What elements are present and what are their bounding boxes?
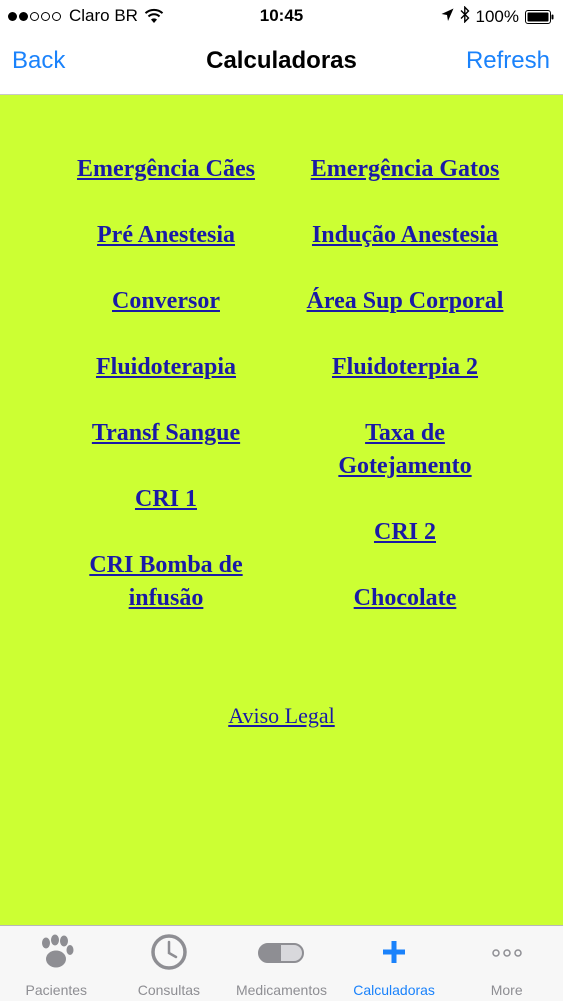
link-emergencia-gatos[interactable]: Emergência Gatos [280,153,530,186]
legal-notice-container: Aviso Legal [0,703,563,729]
tab-more[interactable]: More [450,926,563,1001]
link-pre-anestesia[interactable]: Pré Anestesia [41,219,291,252]
battery-percentage: 100% [475,7,519,26]
link-area-sup-corporal[interactable]: Área Sup Corporal [280,285,530,318]
tab-label: Consultas [137,982,201,998]
refresh-button[interactable]: Refresh [466,47,550,75]
pill-icon [257,933,305,971]
battery-icon [525,10,555,24]
tab-consultas[interactable]: Consultas [113,926,226,1001]
link-cri-bomba-infusao[interactable]: CRI Bomba de infusão [66,549,266,615]
tab-calculadoras[interactable]: Calculadoras [338,926,451,1001]
more-icon [488,933,526,971]
tab-label: Medicamentos [235,982,327,998]
status-bar: Claro BR 10:45 100% [0,0,563,32]
tab-bar: Pacientes Consultas Medicamentos Calcula… [0,925,563,1001]
status-right: 100% [435,5,555,28]
tab-label: Calculadoras [353,982,435,998]
tab-label: More [490,982,523,998]
link-transf-sangue[interactable]: Transf Sangue [41,417,291,450]
tab-label: Pacientes [25,982,88,998]
link-fluidoterapia[interactable]: Fluidoterapia [41,351,291,384]
link-conversor[interactable]: Conversor [41,285,291,318]
link-emergencia-caes[interactable]: Emergência Cães [41,153,291,186]
tab-pacientes[interactable]: Pacientes [0,926,113,1001]
link-taxa-gotejamento[interactable]: Taxa de Gotejamento [315,417,495,483]
location-arrow-icon [441,7,454,27]
link-chocolate[interactable]: Chocolate [280,582,530,615]
plus-icon [375,933,413,971]
tab-medicamentos[interactable]: Medicamentos [225,926,338,1001]
bluetooth-icon [460,5,470,28]
calculators-content: Emergência Cães Pré Anestesia Conversor … [0,95,563,925]
clock-icon [150,933,188,971]
link-fluidoterpia-2[interactable]: Fluidoterpia 2 [280,351,530,384]
legal-notice-link[interactable]: Aviso Legal [228,703,335,728]
paw-icon [37,933,75,971]
link-cri-1[interactable]: CRI 1 [41,483,291,516]
navigation-bar: Back Calculadoras Refresh [0,32,563,95]
link-cri-2[interactable]: CRI 2 [280,516,530,549]
link-inducao-anestesia[interactable]: Indução Anestesia [280,219,530,252]
